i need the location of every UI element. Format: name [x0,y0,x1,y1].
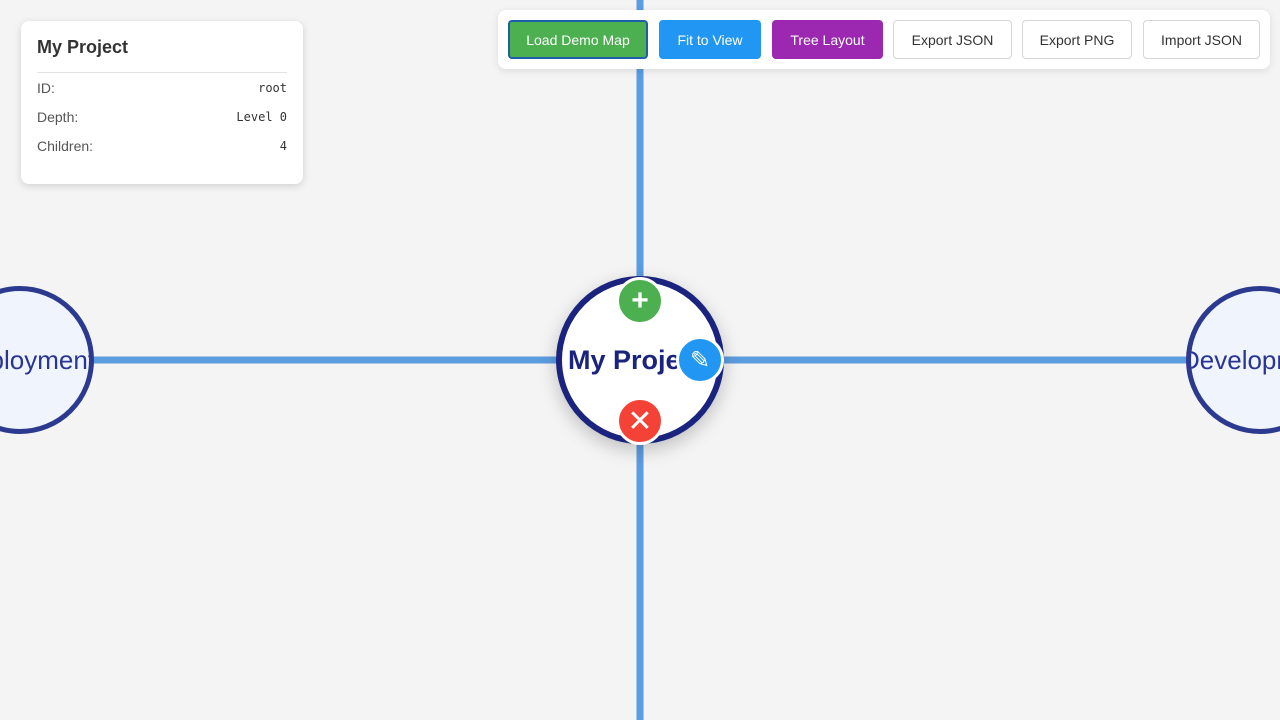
plus-icon: + [631,284,649,317]
export-png-button[interactable]: Export PNG [1022,20,1132,59]
export-json-button[interactable]: Export JSON [893,20,1012,59]
info-value: 4 [279,138,287,153]
info-panel-title: My Project [37,37,287,73]
info-label: Children: [37,137,94,154]
info-value: root [258,80,287,95]
toolbar: Load Demo Map Fit to View Tree Layout Ex… [498,10,1270,69]
info-label: ID: [37,79,55,96]
node-info-panel: My Project ID: root Depth: Level 0 Child… [21,21,303,184]
tree-layout-button[interactable]: Tree Layout [772,20,883,59]
edit-node-button[interactable]: ✎ [676,336,724,384]
info-row-children: Children: 4 [37,131,287,160]
close-icon: ✕ [627,404,653,438]
info-row-depth: Depth: Level 0 [37,102,287,131]
delete-node-button[interactable]: ✕ [616,397,664,445]
fit-to-view-button[interactable]: Fit to View [659,20,761,59]
add-child-button[interactable]: + [616,277,664,325]
load-demo-map-button[interactable]: Load Demo Map [508,20,648,59]
node-label: Deployment [0,344,94,375]
info-value: Level 0 [236,109,287,124]
pencil-icon: ✎ [689,346,711,374]
info-row-id: ID: root [37,73,287,102]
info-label: Depth: [37,108,79,125]
import-json-button[interactable]: Import JSON [1143,20,1260,59]
node-label: Development [1186,344,1280,375]
